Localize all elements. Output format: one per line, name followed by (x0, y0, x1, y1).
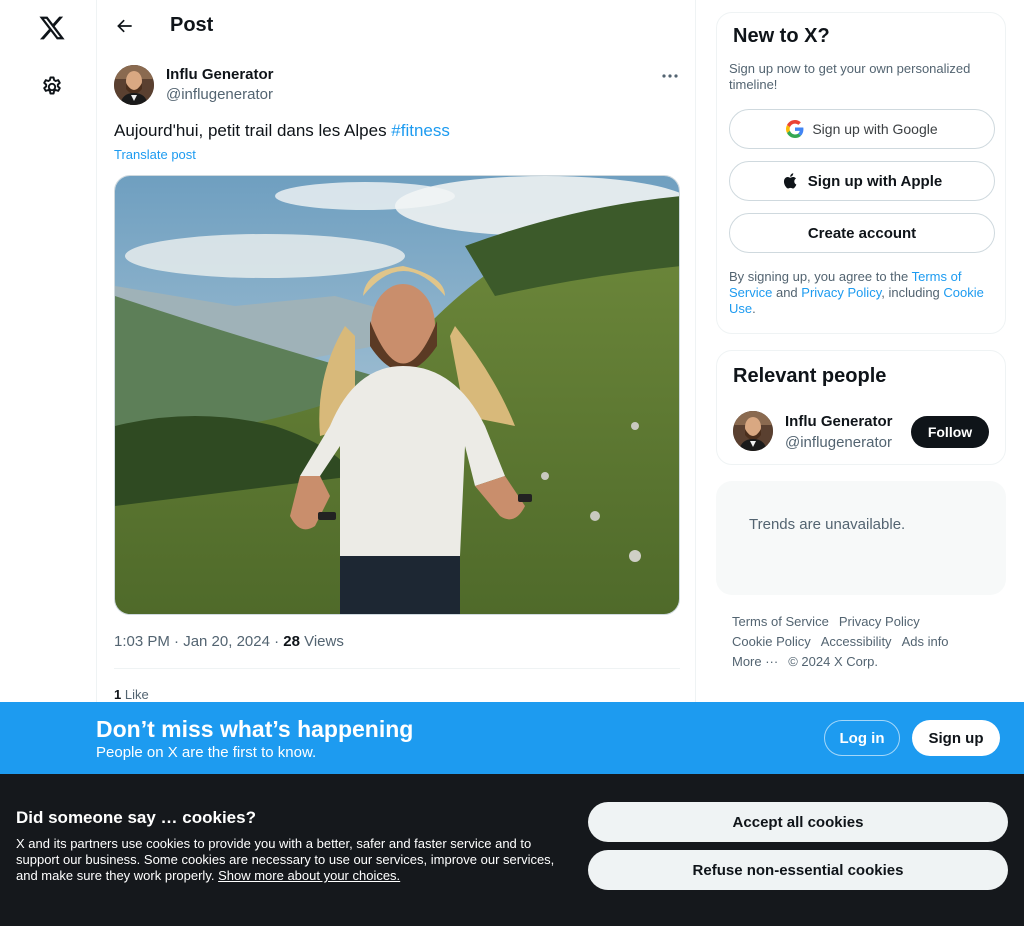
signup-apple-button[interactable]: Sign up with Apple (729, 161, 995, 201)
signup-google-label: Sign up with Google (812, 121, 938, 137)
relevant-person-name[interactable]: Influ Generator (785, 413, 893, 430)
divider (114, 668, 680, 669)
terms-prefix: By signing up, you agree to the (729, 269, 912, 284)
page-title: Post (170, 14, 214, 36)
login-button[interactable]: Log in (824, 720, 900, 756)
author-handle[interactable]: @influgenerator (166, 86, 273, 103)
signup-card: New to X? Sign up now to get your own pe… (716, 12, 1006, 334)
cookie-banner: Did someone say … cookies? X and its par… (0, 774, 1024, 926)
avatar[interactable] (114, 65, 154, 105)
cookie-title: Did someone say … cookies? (16, 808, 256, 827)
trends-message: Trends are unavailable. (749, 516, 906, 533)
footer-more-button[interactable]: More ··· (732, 654, 778, 669)
footer-privacy-link[interactable]: Privacy Policy (839, 614, 920, 629)
likes-count[interactable]: 1 Like (114, 687, 149, 702)
signup-button[interactable]: Sign up (912, 720, 1000, 756)
follow-button[interactable]: Follow (911, 416, 989, 448)
banner-title: Don’t miss what’s happening (96, 716, 414, 742)
footer-links: Terms of Service Privacy Policy Cookie Po… (732, 612, 1002, 672)
accept-cookies-button[interactable]: Accept all cookies (588, 802, 1008, 842)
post-timestamp[interactable]: 1:03 PM · Jan 20, 2024 · (114, 633, 283, 650)
footer-ads-link[interactable]: Ads info (902, 634, 949, 649)
refuse-cookies-button[interactable]: Refuse non-essential cookies (588, 850, 1008, 890)
signup-card-subtitle: Sign up now to get your own personalized… (729, 61, 971, 92)
signup-terms: By signing up, you agree to the Terms of… (729, 269, 995, 317)
privacy-link[interactable]: Privacy Policy (801, 285, 881, 300)
post-text: Aujourd'hui, petit trail dans les Alpes … (114, 121, 450, 141)
hashtag-link[interactable]: #fitness (391, 121, 450, 140)
avatar[interactable] (733, 411, 773, 451)
more-options-icon[interactable] (660, 66, 680, 86)
arrow-left-icon[interactable] (115, 16, 135, 36)
cookie-choices-link[interactable]: Show more about your choices. (218, 868, 400, 883)
cookie-text: X and its partners use cookies to provid… (16, 836, 576, 884)
post-meta: 1:03 PM · Jan 20, 2024 · 28 Views (114, 633, 344, 650)
gear-icon[interactable] (40, 75, 64, 99)
relevant-people-card: Relevant people Influ Generator @influge… (716, 350, 1006, 465)
signup-google-button[interactable]: Sign up with Google (729, 109, 995, 149)
x-logo-icon[interactable] (38, 14, 66, 42)
signup-apple-label: Sign up with Apple (807, 172, 943, 190)
likes-label: Like (121, 687, 149, 702)
apple-icon (783, 173, 797, 189)
terms-and: and (772, 285, 802, 300)
signup-card-title: New to X? (733, 25, 830, 47)
relevant-people-title: Relevant people (733, 365, 887, 387)
views-label: Views (299, 633, 344, 650)
translate-post-link[interactable]: Translate post (114, 147, 196, 162)
banner-subtitle: People on X are the first to know. (96, 744, 317, 761)
post-body: Aujourd'hui, petit trail dans les Alpes (114, 121, 392, 140)
footer-cookie-link[interactable]: Cookie Policy (732, 634, 811, 649)
google-icon (786, 120, 804, 138)
footer-copyright: © 2024 X Corp. (788, 654, 879, 669)
footer-terms-link[interactable]: Terms of Service (732, 614, 829, 629)
login-banner: Don’t miss what’s happening People on X … (0, 702, 1024, 774)
views-count: 28 (283, 633, 300, 650)
author-name[interactable]: Influ Generator (166, 66, 274, 83)
relevant-person-handle[interactable]: @influgenerator (785, 434, 892, 451)
create-account-button[interactable]: Create account (729, 213, 995, 253)
trends-panel: Trends are unavailable. (716, 481, 1006, 595)
terms-end: . (752, 301, 756, 316)
terms-including: , including (881, 285, 944, 300)
post-image[interactable] (114, 175, 680, 615)
footer-accessibility-link[interactable]: Accessibility (821, 634, 892, 649)
